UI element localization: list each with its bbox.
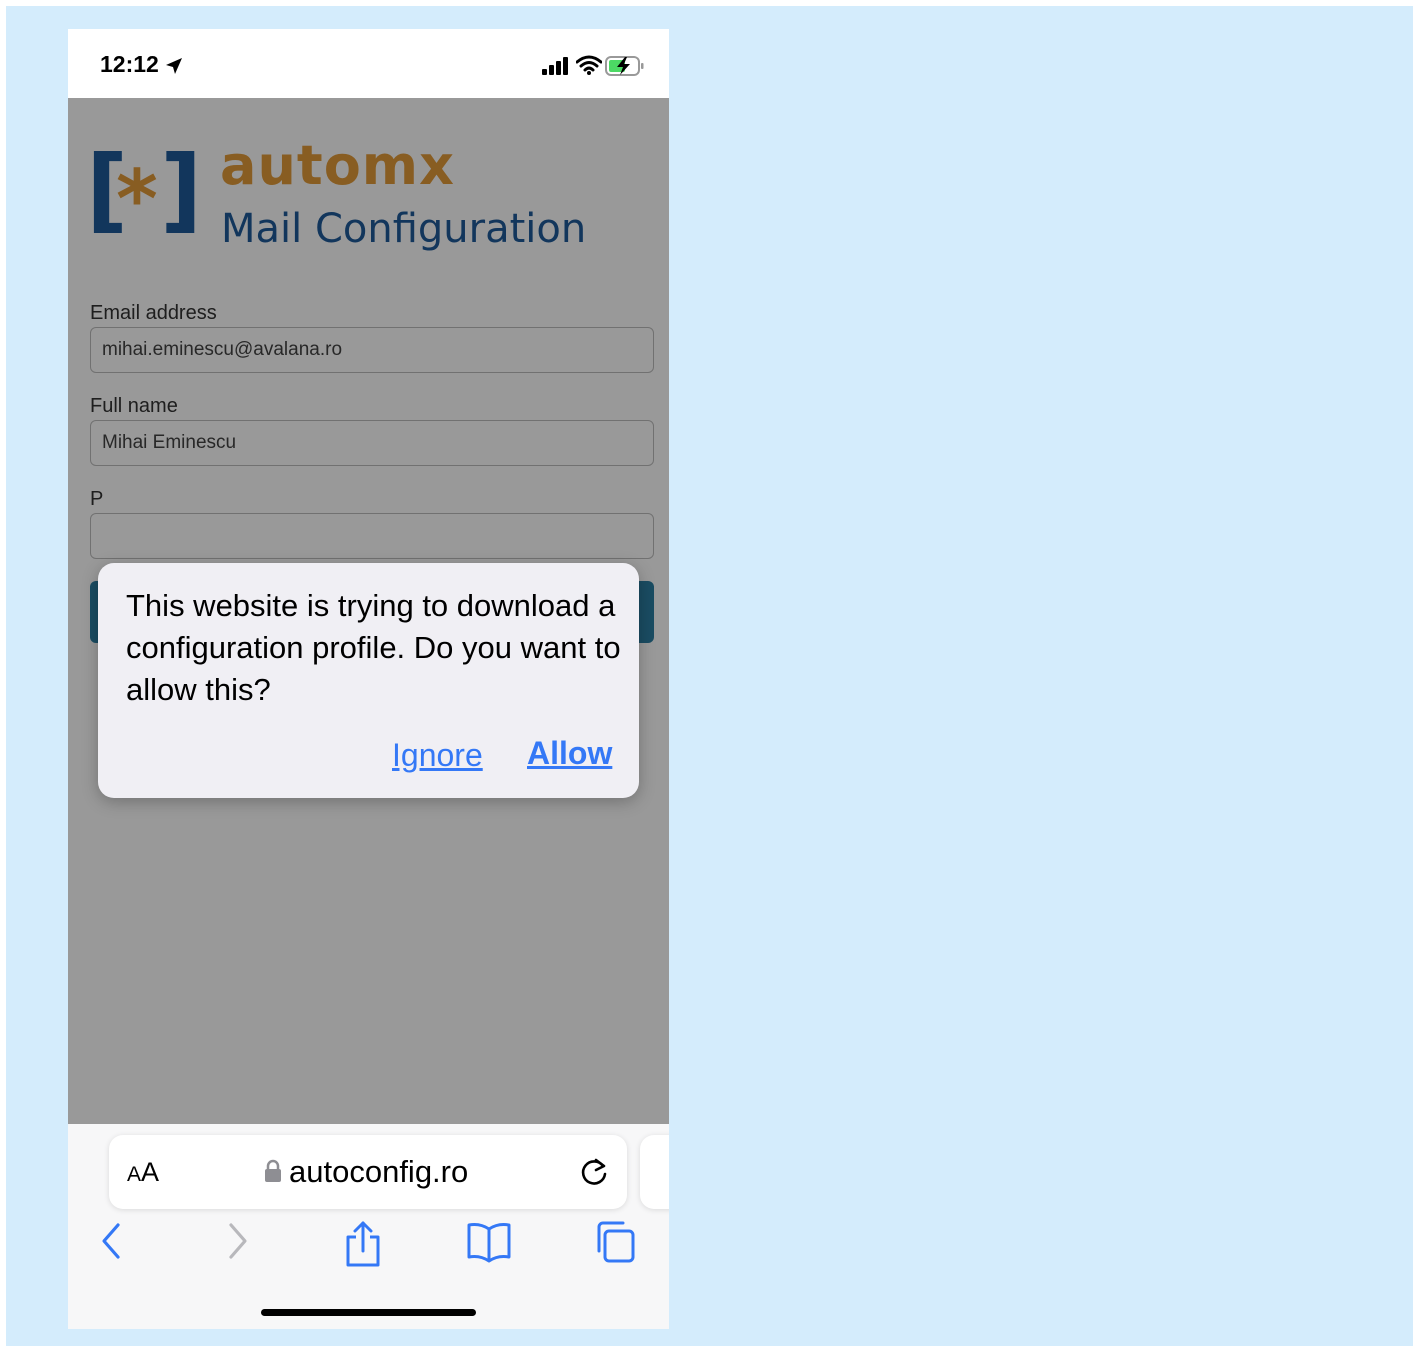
home-indicator[interactable] [261, 1309, 476, 1316]
bookmarks-icon[interactable] [466, 1219, 512, 1263]
reload-icon[interactable] [577, 1154, 611, 1190]
webpage-content: [ ] * automx Mail Configuration Email ad… [68, 98, 669, 1124]
status-time: 12:12 [100, 51, 159, 77]
text-size-button[interactable]: AA [127, 1157, 159, 1188]
phone-screen: 12:12 [ ] * automx Mail Configuration Em [68, 29, 669, 1329]
ignore-button[interactable]: Ignore [392, 737, 483, 774]
cellular-signal-icon [542, 57, 568, 75]
share-icon[interactable] [343, 1219, 383, 1269]
download-profile-dialog: This website is trying to download a con… [98, 563, 639, 798]
back-icon[interactable] [96, 1219, 126, 1263]
dialog-message: This website is trying to download a con… [126, 588, 621, 707]
allow-button[interactable]: Allow [527, 735, 612, 772]
lock-icon [265, 1159, 281, 1182]
battery-charging-icon [605, 56, 644, 76]
url-text: autoconfig.ro [289, 1154, 469, 1189]
next-tab-preview[interactable] [640, 1135, 669, 1209]
address-bar[interactable]: AA autoconfig.ro [109, 1135, 627, 1209]
location-arrow-icon [166, 58, 182, 74]
tabs-icon[interactable] [593, 1219, 637, 1265]
status-bar: 12:12 [68, 29, 669, 98]
wifi-icon [576, 55, 602, 75]
forward-icon[interactable] [223, 1219, 253, 1263]
